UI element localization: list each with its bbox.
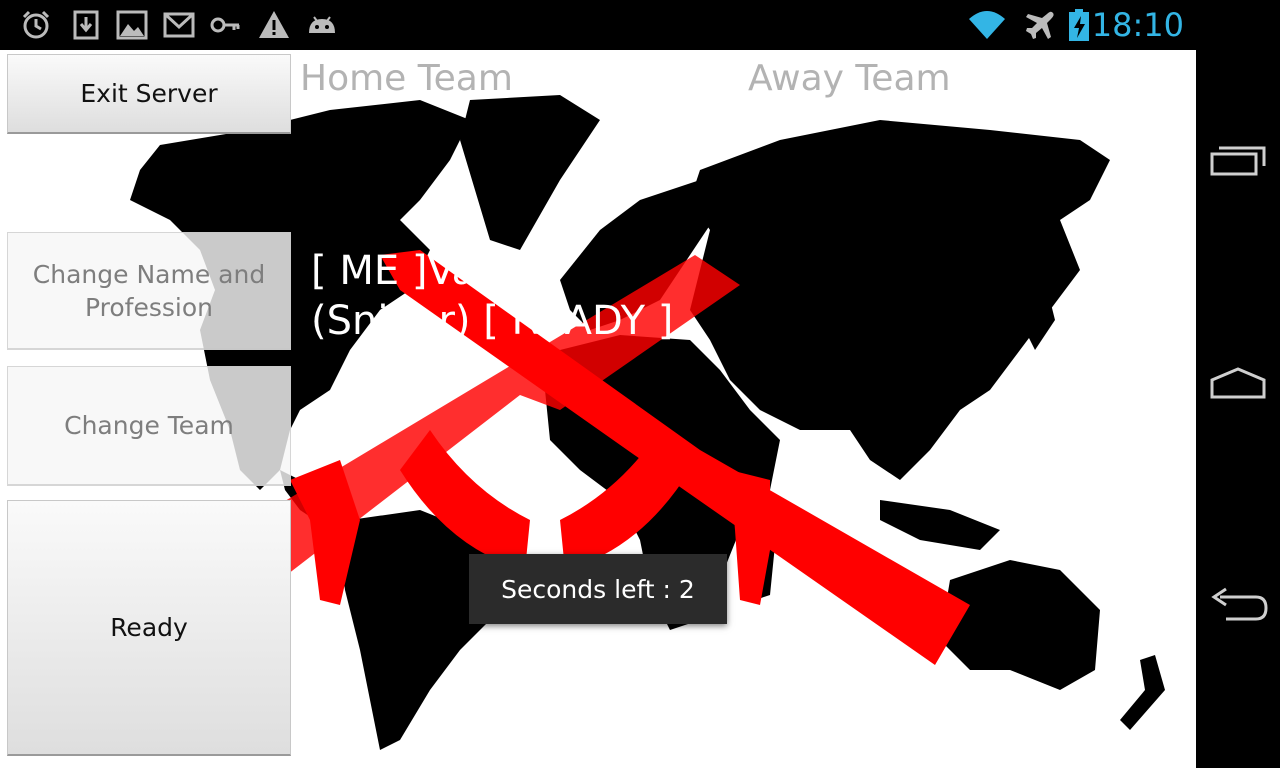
alarm-clock-icon	[22, 10, 50, 39]
recent-apps-icon	[1210, 146, 1266, 176]
change-name-profession-button[interactable]: Change Name and Profession	[7, 232, 291, 350]
status-clock: 18:10	[1091, 6, 1184, 44]
back-icon	[1211, 587, 1268, 621]
gmail-icon	[163, 12, 195, 38]
navigation-bar	[1196, 0, 1280, 768]
player-entry[interactable]: [ ME ]Vadim (Sniper) [ READY ]	[311, 246, 871, 346]
change-team-button[interactable]: Change Team	[7, 366, 291, 486]
exit-server-button[interactable]: Exit Server	[7, 54, 291, 134]
status-bar: 18:10	[0, 0, 1196, 50]
home-icon	[1210, 367, 1266, 399]
warning-icon	[259, 11, 289, 38]
airplane-mode-icon	[1026, 11, 1054, 39]
ready-button[interactable]: Ready	[7, 500, 291, 756]
home-team-header: Home Team	[300, 58, 513, 99]
battery-charging-icon	[1069, 9, 1089, 41]
lobby-screen: Home Team Away Team [ ME ]Vadim (Sniper)…	[0, 50, 1196, 768]
android-debug-icon	[309, 16, 335, 33]
player-status-line: (Sniper) [ READY ]	[311, 298, 674, 344]
download-icon	[73, 10, 99, 40]
image-icon	[116, 10, 148, 40]
wifi-icon	[969, 11, 1005, 39]
recent-apps-button[interactable]	[1196, 120, 1280, 200]
back-button[interactable]	[1196, 566, 1280, 646]
countdown-toast: Seconds left : 2	[469, 554, 727, 624]
player-name-line: [ ME ]Vadim	[311, 248, 552, 294]
key-icon	[210, 17, 240, 33]
home-button[interactable]	[1196, 343, 1280, 423]
away-team-header: Away Team	[748, 58, 951, 99]
